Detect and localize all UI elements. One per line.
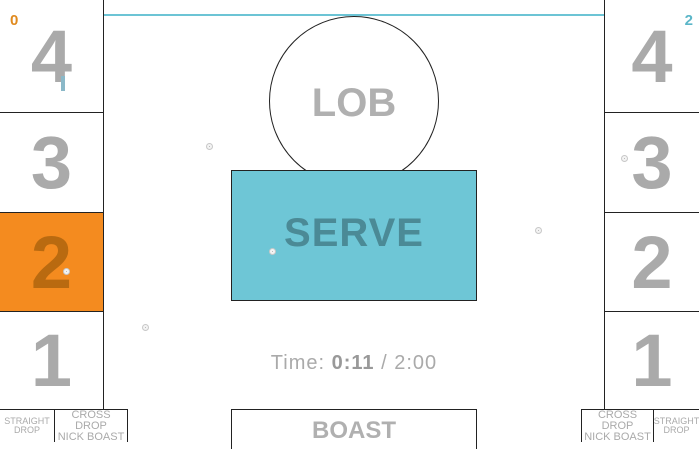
right-zone-4[interactable]: 4	[604, 0, 699, 112]
shot-marker	[621, 155, 628, 162]
timer-separator: /	[381, 352, 388, 374]
right-cross-line2: NICK BOAST	[584, 430, 651, 443]
right-straight-drop-button[interactable]: STRAIGHT DROP	[654, 409, 699, 442]
boast-label: BOAST	[312, 417, 396, 444]
left-straight-drop-button[interactable]: STRAIGHT DROP	[0, 409, 55, 442]
serve-zone[interactable]: SERVE	[231, 170, 477, 301]
boast-zone[interactable]: BOAST	[231, 409, 477, 449]
lob-label: LOB	[311, 80, 397, 125]
left-zone-2[interactable]: 2	[0, 212, 104, 311]
timer-label: Time:	[270, 352, 326, 374]
timer-elapsed: 0:11	[331, 352, 375, 374]
right-cross-drop-nick-boast-button[interactable]: CROSS DROP NICK BOAST	[581, 409, 654, 442]
shot-marker	[535, 227, 542, 234]
right-straight-line2: DROP	[663, 425, 690, 435]
timer-total: 2:00	[394, 352, 438, 374]
shot-marker	[142, 324, 149, 331]
shot-marker	[269, 248, 276, 255]
left-zone-3[interactable]: 3	[0, 112, 104, 212]
left-cross-line2: NICK BOAST	[57, 430, 125, 443]
serve-label: SERVE	[284, 211, 424, 255]
lob-zone[interactable]: LOB	[269, 16, 439, 186]
position-tick-marker	[61, 76, 65, 91]
left-zone-1[interactable]: 1	[0, 311, 104, 409]
right-cross-line1: CROSS DROP	[597, 408, 638, 432]
shot-marker	[63, 268, 70, 275]
right-zone-3[interactable]: 3	[604, 112, 699, 212]
left-straight-line2: DROP	[13, 425, 40, 435]
left-cross-line1: CROSS DROP	[71, 408, 111, 432]
shot-marker	[206, 143, 213, 150]
right-zone-1[interactable]: 1	[604, 311, 699, 409]
left-cross-drop-nick-boast-button[interactable]: CROSS DROP NICK BOAST	[55, 409, 128, 442]
match-timer: Time: 0:11 / 2:00	[104, 352, 604, 375]
right-zone-2[interactable]: 2	[604, 212, 699, 311]
left-zone-4[interactable]: 4	[0, 0, 104, 112]
